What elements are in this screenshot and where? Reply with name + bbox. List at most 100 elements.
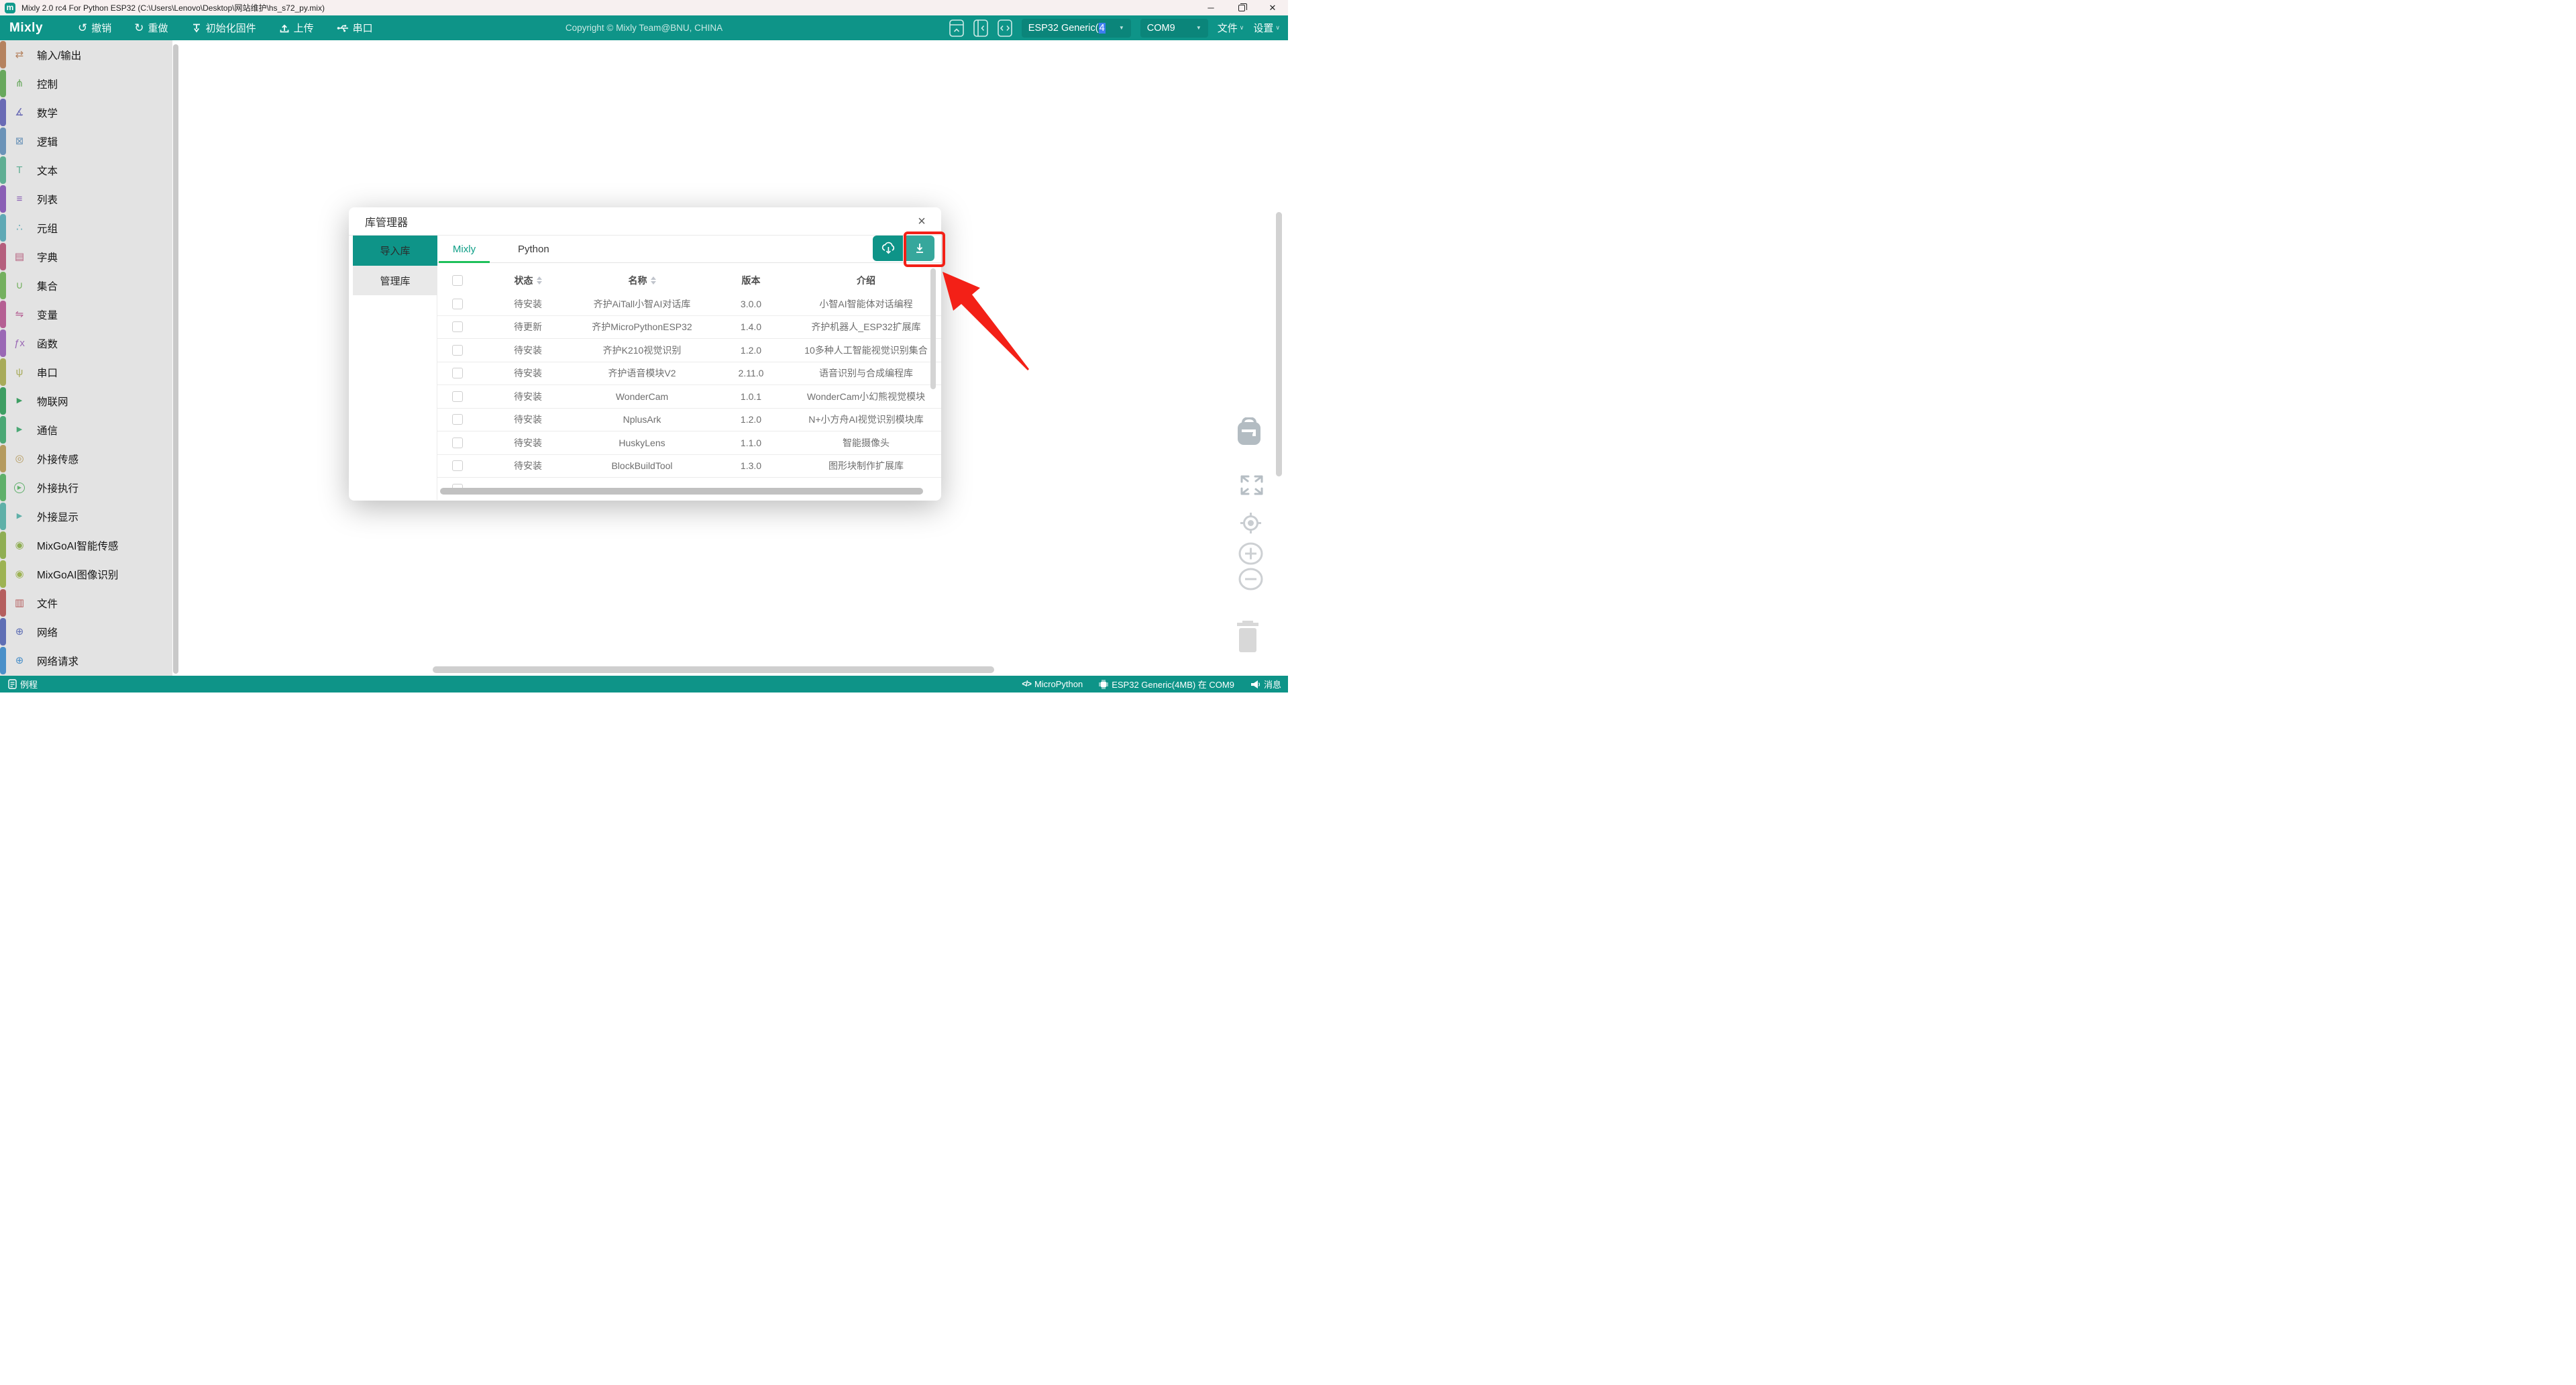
sidebar-category-item[interactable]: ⊕ 网络 (0, 617, 172, 646)
table-vertical-scrollbar[interactable] (930, 268, 936, 389)
sidebar-category-item[interactable]: ◉ MixGoAI图像识别 (0, 560, 172, 588)
minimize-button[interactable]: ─ (1195, 0, 1226, 15)
library-source-tabs: Mixly Python (437, 236, 941, 263)
sidebar-category-item[interactable]: ▶ 物联网 (0, 387, 172, 415)
sidebar-category-item[interactable]: ◉ MixGoAI智能传感 (0, 531, 172, 560)
code-view-button[interactable] (998, 19, 1012, 37)
category-color-strip (0, 560, 6, 588)
undo-button[interactable]: ↺ 撤销 (78, 21, 111, 35)
category-label: MixGoAI智能传感 (37, 538, 118, 553)
sidebar-category-item[interactable]: ƒx 函数 (0, 329, 172, 358)
row-checkbox[interactable] (452, 391, 463, 402)
category-icon: ∪ (11, 280, 28, 291)
sidebar-category-item[interactable]: ∪ 集合 (0, 271, 172, 300)
row-checkbox[interactable] (452, 345, 463, 356)
category-icon: ▶ (11, 426, 28, 433)
row-checkbox[interactable] (452, 368, 463, 378)
category-color-strip (0, 243, 6, 270)
row-checkbox[interactable] (452, 460, 463, 471)
category-label: 外接执行 (37, 480, 78, 495)
close-window-button[interactable]: ✕ (1257, 0, 1288, 15)
sidebar-category-item[interactable]: ▶ 外接显示 (0, 502, 172, 531)
cell-status: 待安装 (478, 459, 578, 472)
workspace-vertical-scrollbar[interactable] (1276, 212, 1282, 476)
brand-logo[interactable]: Mixly (9, 21, 43, 36)
library-table-row: 待安装 齐护K210视觉识别 1.2.0 10多种人工智能视觉识别集合 (437, 339, 941, 362)
sidebar-category-item[interactable]: T 文本 (0, 156, 172, 185)
category-color-strip (0, 329, 6, 357)
sidebar-category-item[interactable]: ⊠ 逻辑 (0, 127, 172, 156)
category-color-strip (0, 156, 6, 184)
row-checkbox[interactable] (452, 321, 463, 332)
category-label: 函数 (37, 336, 58, 351)
zoom-out-icon[interactable] (1238, 568, 1263, 594)
settings-menu[interactable]: 设置 ∨ (1253, 21, 1280, 35)
cell-name: NplusArk (578, 414, 706, 425)
sidebar-category-item[interactable]: ⋔ 控制 (0, 69, 172, 98)
cell-intro: WonderCam小幻熊视觉模块 (796, 390, 941, 403)
download-library-button[interactable] (904, 236, 934, 261)
restore-icon (1238, 5, 1245, 11)
trash-icon[interactable] (1234, 617, 1261, 658)
file-menu[interactable]: 文件 ∨ (1218, 21, 1244, 35)
sort-name-icon[interactable] (651, 276, 656, 285)
category-color-strip (0, 618, 6, 646)
chip-icon (1099, 680, 1108, 689)
sidebar-category-item[interactable]: ≡ 列表 (0, 185, 172, 213)
examples-button[interactable]: 例程 (8, 678, 38, 690)
sidebar-category-item[interactable]: ⊕ 网络请求 (0, 646, 172, 675)
toggle-side-panel-button[interactable] (973, 19, 988, 37)
sidebar-category-item[interactable]: ∡ 数学 (0, 98, 172, 127)
sidebar-category-item[interactable]: ψ 串口 (0, 358, 172, 387)
undo-icon: ↺ (78, 22, 87, 34)
port-select[interactable]: COM9 ▼ (1140, 19, 1208, 38)
board-status-indicator[interactable]: ESP32 Generic(4MB) 在 COM9 (1099, 678, 1234, 690)
cell-name: BlockBuildTool (578, 460, 706, 471)
sidebar-category-item[interactable]: ∴ 元组 (0, 213, 172, 242)
zoom-to-fit-icon[interactable] (1240, 475, 1263, 499)
redo-button[interactable]: ↻ 重做 (134, 21, 168, 35)
tab-mixly[interactable]: Mixly (439, 236, 490, 262)
workspace-horizontal-scrollbar[interactable] (433, 666, 994, 673)
row-checkbox[interactable] (452, 438, 463, 448)
restore-button[interactable] (1226, 0, 1257, 15)
tab-python[interactable]: Python (510, 236, 557, 262)
sidebar-category-item[interactable]: ▥ 文件 (0, 588, 172, 617)
dialog-content: Mixly Python 状态 名称 版本 介绍 待安装 (437, 236, 941, 500)
sort-status-icon[interactable] (537, 276, 542, 285)
sidebar-category-item[interactable]: ◎ 外接传感 (0, 444, 172, 473)
title-bar: m Mixly 2.0 rc4 For Python ESP32 (C:\Use… (0, 0, 1288, 15)
center-view-icon[interactable] (1240, 512, 1262, 537)
sidebar-category-item[interactable]: ▶ 外接执行 (0, 473, 172, 502)
cell-intro: 智能摄像头 (796, 436, 941, 450)
messages-label: 消息 (1264, 678, 1281, 690)
row-checkbox[interactable] (452, 299, 463, 309)
sidebar-scrollbar[interactable] (173, 44, 178, 674)
messages-button[interactable]: 消息 (1250, 678, 1281, 690)
side-tab-import-library[interactable]: 导入库 (353, 236, 437, 266)
init-firmware-button[interactable]: 初始化固件 (191, 21, 256, 35)
language-mode-indicator[interactable]: </> MicroPython (1022, 679, 1083, 689)
import-custom-library-button[interactable] (873, 236, 903, 261)
upload-button[interactable]: 上传 (279, 21, 314, 35)
redo-label: 重做 (148, 21, 168, 35)
row-checkbox[interactable] (452, 414, 463, 425)
table-horizontal-scrollbar[interactable] (440, 488, 923, 495)
sidebar-category-item[interactable]: ▤ 字典 (0, 242, 172, 271)
sidebar-category-item[interactable]: ⇄ 输入/输出 (0, 40, 172, 69)
select-all-checkbox[interactable] (452, 275, 463, 286)
side-tab-manage-library[interactable]: 管理库 (353, 266, 437, 295)
file-menu-caret-icon: ∨ (1240, 24, 1244, 32)
category-color-strip (0, 416, 6, 444)
board-select[interactable]: ESP32 Generic(4 ▼ (1022, 19, 1131, 38)
serial-button[interactable]: 串口 (337, 21, 373, 35)
copyright-text: Copyright © Mixly Team@BNU, CHINA (566, 15, 722, 40)
toggle-bottom-panel-button[interactable] (949, 19, 964, 37)
category-label: 文件 (37, 596, 58, 611)
category-icon: ⊠ (11, 136, 28, 146)
sidebar-category-item[interactable]: ⇋ 变量 (0, 300, 172, 329)
backpack-icon[interactable] (1236, 417, 1262, 453)
sidebar-category-item[interactable]: ▶ 通信 (0, 415, 172, 444)
dialog-close-button[interactable]: × (913, 213, 930, 230)
zoom-in-icon[interactable] (1238, 542, 1263, 568)
